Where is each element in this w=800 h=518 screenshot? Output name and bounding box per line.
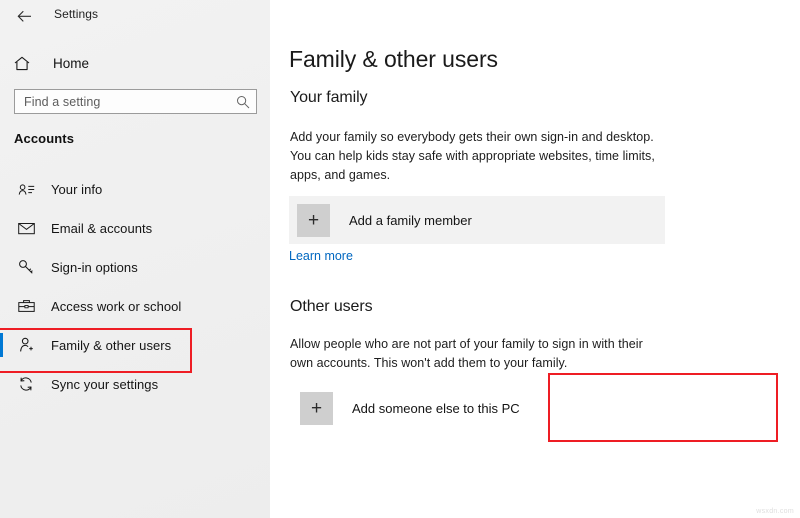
add-family-member-label: Add a family member: [349, 213, 472, 228]
briefcase-icon: [15, 299, 37, 313]
add-family-member-button[interactable]: + Add a family member: [289, 196, 665, 244]
sidebar-item-email-accounts-label: Email & accounts: [51, 221, 152, 236]
search-icon[interactable]: [230, 95, 256, 109]
app-title: Settings: [54, 7, 98, 21]
search-placeholder: Find a setting: [15, 95, 230, 109]
sidebar-item-access-work-school[interactable]: Access work or school: [0, 290, 270, 322]
envelope-icon: [15, 222, 37, 235]
sidebar: Settings Home Find a setting Accounts: [0, 0, 270, 518]
sidebar-item-family-other-users-label: Family & other users: [51, 338, 171, 353]
home-icon: [14, 56, 38, 71]
sidebar-item-signin-options-label: Sign-in options: [51, 260, 138, 275]
main-content: Family & other users Your family Add you…: [270, 0, 800, 518]
learn-more-link[interactable]: Learn more: [289, 249, 353, 263]
sidebar-item-home-label: Home: [53, 56, 89, 71]
search-input[interactable]: Find a setting: [14, 89, 257, 114]
sidebar-item-signin-options[interactable]: Sign-in options: [0, 251, 270, 283]
page-title: Family & other users: [289, 46, 498, 73]
selection-indicator: [0, 333, 3, 357]
sidebar-item-email-accounts[interactable]: Email & accounts: [0, 212, 270, 244]
title-bar: Settings: [0, 0, 270, 30]
sidebar-item-your-info[interactable]: Your info: [0, 173, 270, 205]
add-someone-else-button[interactable]: + Add someone else to this PC: [290, 384, 646, 432]
plus-icon: +: [297, 204, 330, 237]
sidebar-item-sync-settings[interactable]: Sync your settings: [0, 368, 270, 400]
other-users-description: Allow people who are not part of your fa…: [290, 335, 662, 373]
sidebar-item-family-other-users[interactable]: Family & other users: [0, 329, 270, 361]
back-arrow-icon[interactable]: [10, 5, 38, 27]
sidebar-item-sync-settings-label: Sync your settings: [51, 377, 158, 392]
other-users-heading: Other users: [290, 298, 373, 316]
add-someone-else-label: Add someone else to this PC: [352, 401, 520, 416]
person-add-icon: [15, 337, 37, 353]
watermark: wsxdn.com: [756, 508, 794, 515]
sidebar-item-home[interactable]: Home: [0, 50, 270, 76]
sidebar-item-access-work-school-label: Access work or school: [51, 299, 181, 314]
key-icon: [15, 259, 37, 275]
contact-card-icon: [15, 183, 37, 196]
sidebar-group-label: Accounts: [14, 131, 74, 146]
settings-window: Settings Home Find a setting Accounts: [0, 0, 800, 518]
plus-icon: +: [300, 392, 333, 425]
your-family-description: Add your family so everybody gets their …: [290, 128, 674, 185]
sync-icon: [15, 376, 37, 392]
sidebar-nav-list: Your info Email & accounts: [0, 173, 270, 407]
sidebar-item-your-info-label: Your info: [51, 182, 102, 197]
your-family-heading: Your family: [290, 89, 367, 107]
